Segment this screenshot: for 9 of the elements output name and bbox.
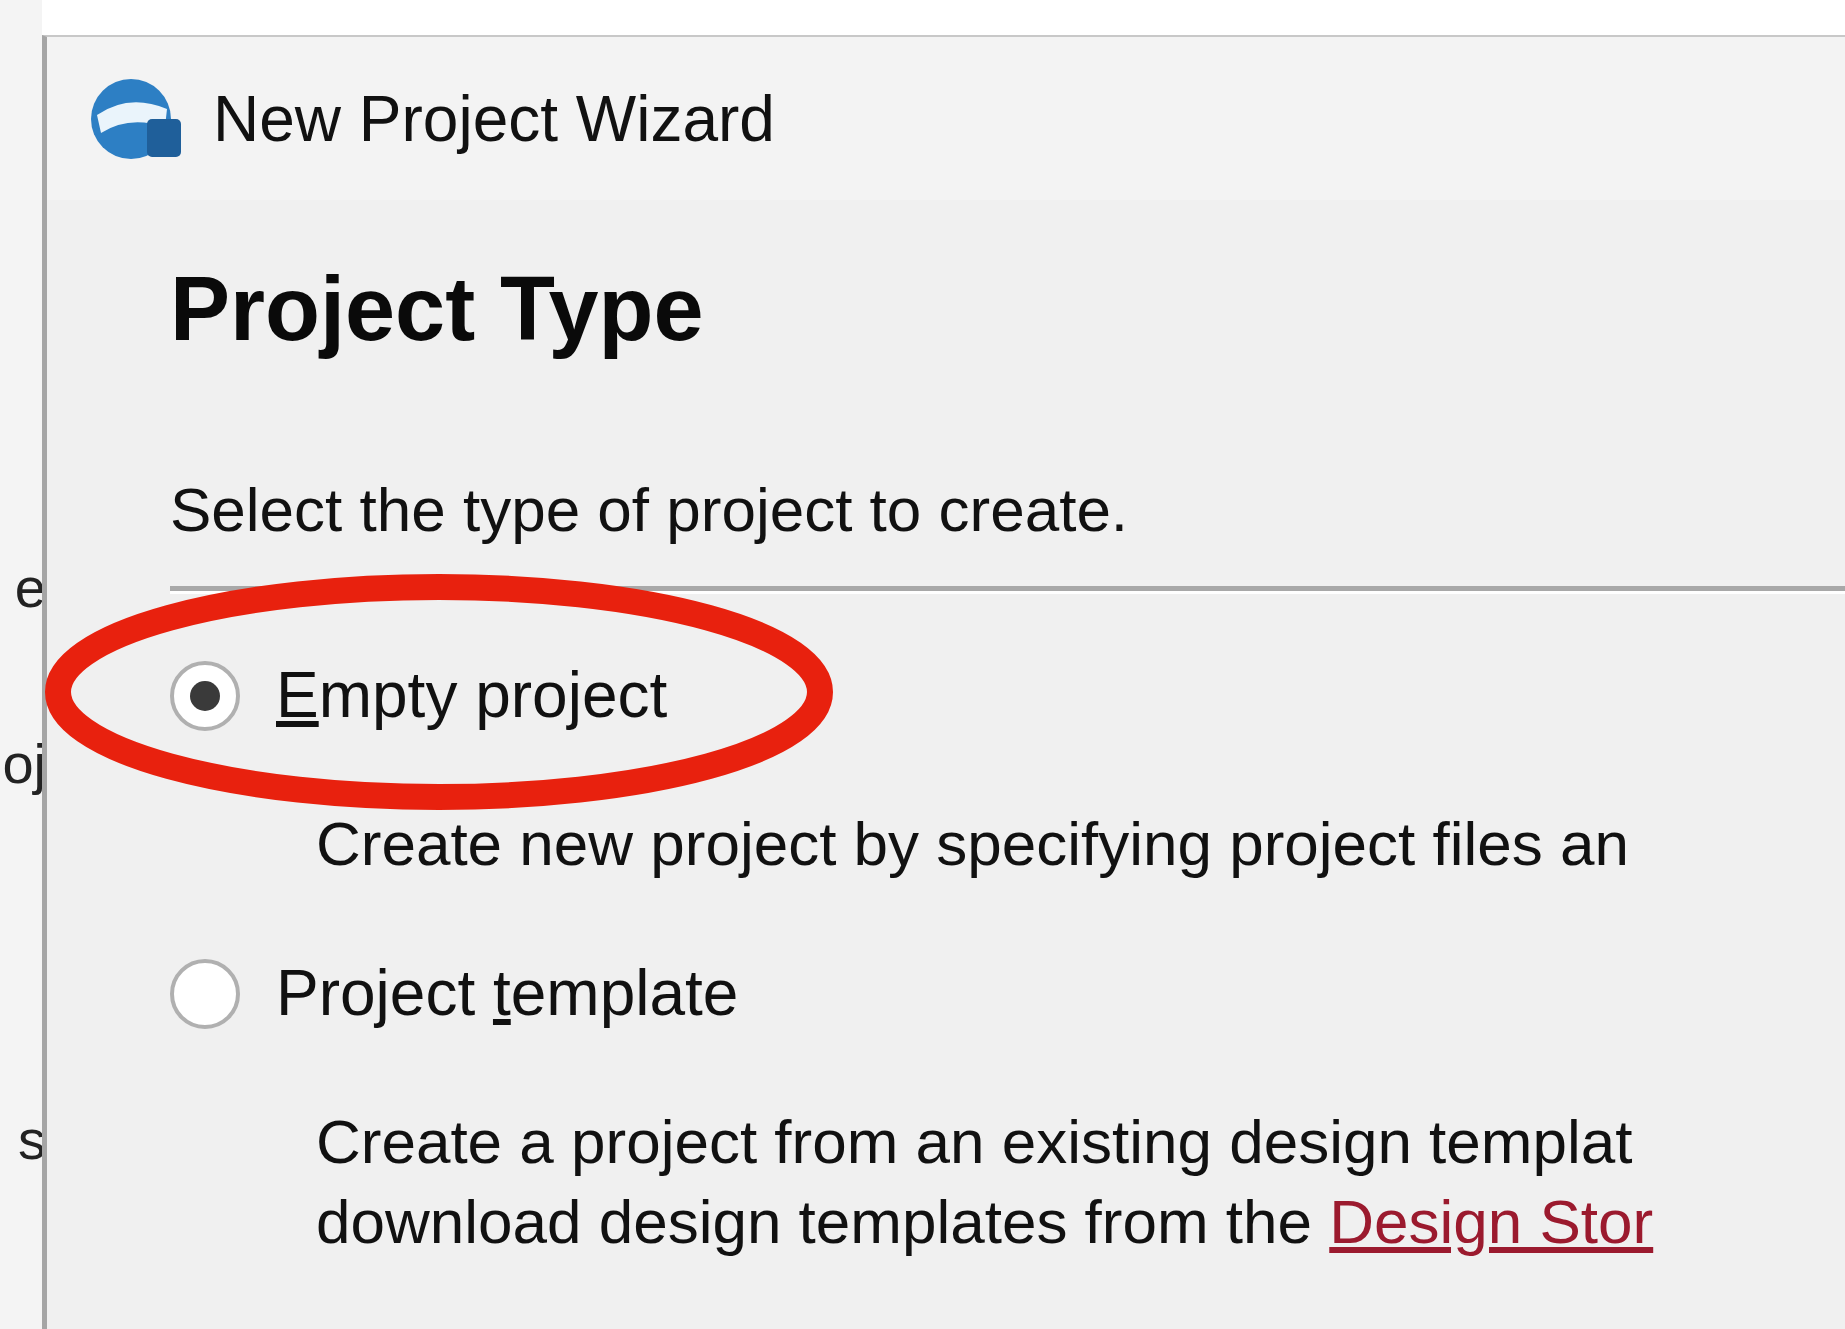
- background-text: e: [14, 560, 46, 616]
- option-description: Create new project by specifying project files an: [316, 808, 1630, 880]
- page-heading: Project Type: [170, 260, 705, 359]
- window-title: New Project Wizard: [213, 81, 775, 156]
- option-label[interactable]: Empty project: [276, 657, 668, 734]
- option-label[interactable]: Project template: [276, 955, 739, 1033]
- design-store-link[interactable]: Design Stor: [1329, 1186, 1654, 1256]
- instruction-text: Select the type of project to create.: [170, 476, 1130, 545]
- option-description: Create a project from an existing design templat download design templates from the Design Stor: [316, 1106, 1655, 1258]
